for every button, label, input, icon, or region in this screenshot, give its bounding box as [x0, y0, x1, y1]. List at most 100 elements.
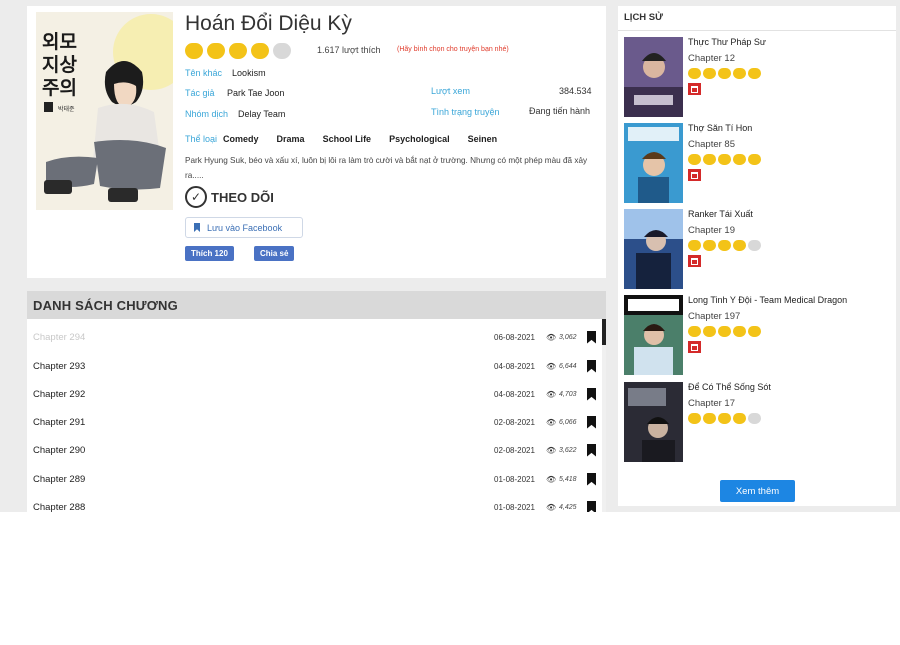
history-item[interactable]: Để Có Thể Sống Sót Chapter 17 — [624, 382, 892, 464]
star-icon[interactable] — [251, 43, 269, 59]
history-item-name[interactable]: Thợ Săn Tí Hon — [688, 123, 752, 133]
bookmark-icon[interactable] — [587, 500, 596, 512]
facebook-like-label: Thích 120 — [191, 249, 228, 258]
bookmark-icon[interactable] — [587, 387, 596, 401]
chapter-date: 02-08-2021 — [494, 445, 535, 455]
cover-title-line-1: 외모 — [42, 31, 77, 53]
cover-author: 박태준 — [58, 105, 75, 113]
chapter-row[interactable]: Chapter 293 04-08-2021 👁 6,644 — [27, 352, 599, 380]
eye-icon: 👁 — [546, 361, 557, 371]
chapter-date: 01-08-2021 — [494, 502, 535, 512]
facebook-share-button[interactable]: Chia sẻ — [254, 246, 295, 261]
see-more-button[interactable]: Xem thêm — [720, 480, 795, 502]
author: Tác giả Park Tae Joon — [185, 88, 284, 98]
chapter-name[interactable]: Chapter 289 — [33, 474, 85, 485]
chapter-row[interactable]: Chapter 288 01-08-2021 👁 4,425 — [27, 493, 599, 512]
other-name-label: Tên khác — [185, 68, 223, 78]
history-item[interactable]: Ranker Tái Xuất Chapter 19 — [624, 209, 892, 291]
history-thumbnail[interactable] — [624, 209, 683, 289]
star-icon — [748, 240, 761, 251]
bookmark-icon[interactable] — [587, 330, 596, 344]
history-title: LỊCH SỬ — [624, 12, 664, 23]
chapter-name[interactable]: Chapter 293 — [33, 361, 85, 372]
star-icon — [703, 68, 716, 79]
chapter-name[interactable]: Chapter 294 — [33, 332, 85, 343]
history-item[interactable]: Thợ Săn Tí Hon Chapter 85 — [624, 123, 892, 205]
star-icon — [748, 154, 761, 165]
history-item-name[interactable]: Ranker Tái Xuất — [688, 209, 753, 219]
history-item[interactable]: Thực Thư Pháp Sư Chapter 12 — [624, 37, 892, 119]
scrollbar-thumb[interactable] — [602, 319, 606, 345]
bookmark-icon[interactable] — [587, 359, 596, 373]
eye-icon: 👁 — [546, 389, 557, 399]
history-item-name[interactable]: Thực Thư Pháp Sư — [688, 37, 766, 47]
bookmark-icon[interactable] — [587, 472, 596, 486]
delete-icon[interactable] — [688, 341, 701, 353]
history-item-rating — [688, 326, 763, 337]
bookmark-icon[interactable] — [587, 415, 596, 429]
eye-icon: 👁 — [546, 332, 557, 342]
star-icon — [718, 68, 731, 79]
chapter-row[interactable]: Chapter 291 02-08-2021 👁 6,066 — [27, 408, 599, 436]
star-icon — [733, 154, 746, 165]
delete-icon[interactable] — [688, 169, 701, 181]
star-icon[interactable] — [273, 43, 291, 59]
genre-list: Thể loại Comedy Drama School Life Psycho… — [185, 134, 515, 144]
eye-icon: 👁 — [546, 417, 557, 427]
history-thumbnail[interactable] — [624, 37, 683, 117]
bookmark-icon[interactable] — [587, 443, 596, 457]
genre-tag[interactable]: Comedy — [223, 134, 259, 144]
genre-tag[interactable]: Seinen — [468, 134, 498, 144]
page-viewport: 외모 지상 주의 박태준 Hoán Đổi Diệu Kỳ 1.617 lượt… — [0, 0, 900, 512]
chapter-row[interactable]: Chapter 294 06-08-2021 👁 3,062 — [27, 323, 599, 351]
chapter-name[interactable]: Chapter 291 — [33, 417, 85, 428]
manga-cover[interactable]: 외모 지상 주의 박태준 — [36, 12, 173, 210]
follow-button[interactable]: ✓ THEO DÕI — [185, 186, 274, 208]
history-thumbnail[interactable] — [624, 382, 683, 462]
genre-tag[interactable]: School Life — [323, 134, 372, 144]
history-item-chapter[interactable]: Chapter 17 — [688, 398, 735, 409]
star-icon — [718, 326, 731, 337]
views-label: Lượt xem — [431, 86, 470, 96]
rating-stars[interactable] — [185, 42, 295, 60]
group-value[interactable]: Delay Team — [238, 109, 285, 119]
thumbnail-image — [624, 209, 683, 289]
rate-hint: (Hãy bình chọn cho truyện bạn nhé) — [397, 46, 509, 53]
chapter-row[interactable]: Chapter 289 01-08-2021 👁 5,418 — [27, 465, 599, 493]
history-item-rating — [688, 154, 763, 165]
star-icon[interactable] — [207, 43, 225, 59]
chapter-name[interactable]: Chapter 292 — [33, 389, 85, 400]
history-item-chapter[interactable]: Chapter 12 — [688, 53, 735, 64]
history-item-chapter[interactable]: Chapter 197 — [688, 311, 740, 322]
delete-icon[interactable] — [688, 255, 701, 267]
history-thumbnail[interactable] — [624, 123, 683, 203]
eye-icon: 👁 — [546, 474, 557, 484]
facebook-like-button[interactable]: Thích 120 — [185, 246, 234, 261]
history-thumbnail[interactable] — [624, 295, 683, 375]
history-item-name[interactable]: Để Có Thể Sống Sót — [688, 382, 771, 392]
star-icon — [688, 154, 701, 165]
history-item[interactable]: Long Tinh Y Đội - Team Medical Dragon Ch… — [624, 295, 892, 377]
checkmark-icon: ✓ — [185, 186, 207, 208]
genre-tag[interactable]: Psychological — [389, 134, 450, 144]
history-item-name[interactable]: Long Tinh Y Đội - Team Medical Dragon — [688, 295, 847, 305]
history-item-chapter[interactable]: Chapter 85 — [688, 139, 735, 150]
group-label: Nhóm dịch — [185, 109, 229, 119]
chapter-row[interactable]: Chapter 290 02-08-2021 👁 3,622 — [27, 436, 599, 464]
history-item-chapter[interactable]: Chapter 19 — [688, 225, 735, 236]
genre-tag[interactable]: Drama — [277, 134, 305, 144]
chapter-name[interactable]: Chapter 290 — [33, 445, 85, 456]
author-value[interactable]: Park Tae Joon — [227, 88, 284, 98]
chapter-row[interactable]: Chapter 292 04-08-2021 👁 4,703 — [27, 380, 599, 408]
chapter-date: 04-08-2021 — [494, 361, 535, 371]
star-icon[interactable] — [185, 43, 203, 59]
chapter-date: 02-08-2021 — [494, 417, 535, 427]
save-to-facebook-button[interactable]: Lưu vào Facebook — [185, 217, 303, 238]
delete-icon[interactable] — [688, 83, 701, 95]
genre-label: Thể loại — [185, 134, 218, 144]
thumbnail-image — [624, 382, 683, 462]
chapter-list-scrollbar[interactable] — [602, 319, 606, 512]
thumbnail-image — [624, 295, 683, 375]
star-icon[interactable] — [229, 43, 247, 59]
chapter-name[interactable]: Chapter 288 — [33, 502, 85, 513]
